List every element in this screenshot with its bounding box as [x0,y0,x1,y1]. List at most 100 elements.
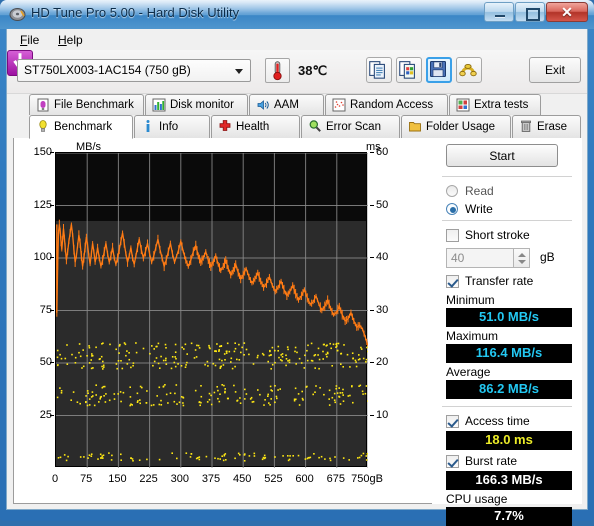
x-tick-label: 750gB [351,473,383,485]
tab-info-label: Info [159,121,179,133]
y2-tick-mark [370,309,374,311]
thermometer-icon [273,61,282,81]
magnifier-icon [309,120,321,132]
benchmark-chart: MB/s ms 25 50 75 100 125 150 10 20 30 40 50 60 0 75… [14,138,432,504]
tab-info[interactable]: Info [134,115,210,138]
controls-panel: Start Read Write Short stroke 40 gB Tran… [432,138,582,526]
plot-svg [56,153,368,468]
tab-error-scan-label: Error Scan [326,121,381,133]
copy-image-icon [399,61,415,79]
y2-tick-mark [370,257,374,258]
minimum-value-text: 51.0 MB/s [479,309,539,324]
temperature-value: 38℃ [298,63,328,78]
short-stroke-unit: gB [540,250,555,264]
close-button[interactable]: ✕ [546,2,588,22]
spinner-up-icon[interactable] [518,253,526,257]
file-benchmark-icon [37,98,49,112]
minimum-label: Minimum [446,293,495,307]
tab-folder-usage[interactable]: Folder Usage [401,115,511,138]
floppy-save-icon [430,61,446,77]
maximum-value-text: 116.4 MB/s [475,345,543,360]
y-tick-label: 25 [39,408,52,421]
close-icon: ✕ [561,4,573,20]
lightbulb-icon [39,120,47,132]
drive-select-label: ST750LX003-1AC154 (750 gB) [24,63,191,77]
separator-2 [442,220,572,221]
minimize-icon [485,3,513,21]
y2-tick-label: 50 [376,198,389,211]
y-tick-label: 75 [39,303,52,316]
burst-rate-value-text: 166.3 MB/s [475,472,543,487]
start-button[interactable]: Start [446,144,558,167]
copy-text-icon [369,61,385,79]
checkbox-burst-rate-mark [446,455,459,468]
checkbox-short-stroke-mark [446,229,459,242]
tab-random-access[interactable]: Random Access [325,94,448,115]
access-time-value: 18.0 ms [446,431,572,450]
minimize-button[interactable] [484,2,514,22]
tab-file-benchmark[interactable]: File Benchmark [29,94,144,115]
y-tick-label: 100 [33,251,52,263]
cpu-usage-label: CPU usage [446,492,508,506]
benchmark-panel: MB/s ms 25 50 75 100 125 150 10 20 30 40 50 60 0 75… [13,138,582,526]
short-stroke-spinner[interactable] [514,248,530,268]
y2-tick-mark [370,204,374,206]
tab-extra-tests[interactable]: Extra tests [449,94,541,115]
short-stroke-input[interactable]: 40 [446,248,514,268]
menu-help[interactable]: Help [51,32,90,48]
trash-icon [521,120,531,132]
spinner-down-icon[interactable] [518,260,526,264]
plot-area [55,152,368,468]
average-label: Average [446,365,491,379]
y2-tick-mark [370,362,374,363]
y2-tick-label: 30 [376,303,389,316]
tab-aam[interactable]: AAM [249,94,324,115]
scatter-icon [332,98,346,112]
access-time-value-text: 18.0 ms [485,432,533,447]
temperature-indicator [265,58,290,83]
window-title: HD Tune Pro 5.00 - Hard Disk Utility [31,5,240,20]
title-bar: HD Tune Pro 5.00 - Hard Disk Utility ✕ [0,0,594,29]
exit-button[interactable]: Exit [529,57,581,83]
tab-disk-monitor[interactable]: Disk monitor [145,94,248,115]
folder-icon [409,122,421,132]
tab-erase[interactable]: Erase [512,115,581,138]
checkbox-transfer-rate-label: Transfer rate [465,274,534,288]
copy-image-button[interactable] [396,57,422,83]
menu-bar: File Help [7,29,587,50]
radio-read-label: Read [465,184,494,198]
radio-write-label: Write [465,202,493,216]
copy-to-clipboard-button[interactable] [366,57,392,83]
tab-health-label: Health [236,121,270,133]
y2-tick-label: 40 [376,251,389,263]
y-tick-label: 50 [39,356,52,368]
grid-chart-icon [456,98,470,112]
minimum-value: 51.0 MB/s [446,308,572,327]
tab-benchmark[interactable]: Benchmark [29,115,133,139]
y-tick-mark [50,414,54,416]
drive-select[interactable]: ST750LX003-1AC154 (750 gB) [17,59,251,82]
info-icon [146,120,150,132]
tab-random-access-label: Random Access [350,99,434,111]
tab-folder-usage-label: Folder Usage [426,121,496,133]
checkbox-access-time-label: Access time [465,414,530,428]
coiled-pipe-icon [459,63,477,77]
y-tick-label: 150 [33,146,52,158]
y-tick-label: 125 [33,198,52,211]
separator-3 [442,406,572,407]
disk-tools-button[interactable] [456,57,482,83]
tab-extra-tests-label: Extra tests [474,99,529,111]
maximum-value: 116.4 MB/s [446,344,572,363]
tab-health[interactable]: Health [211,115,300,138]
tab-file-benchmark-label: File Benchmark [54,99,134,111]
y-tick-mark [50,309,54,311]
tab-benchmark-label: Benchmark [54,121,113,133]
tab-error-scan[interactable]: Error Scan [301,115,400,138]
y2-tick-mark [370,414,374,416]
maximum-label: Maximum [446,329,499,343]
save-button[interactable] [426,57,452,83]
maximize-button[interactable] [515,2,545,22]
tab-erase-label: Erase [537,121,568,133]
menu-file[interactable]: File [13,32,46,48]
y-axis-right: 10 20 30 40 50 60 [370,138,410,478]
